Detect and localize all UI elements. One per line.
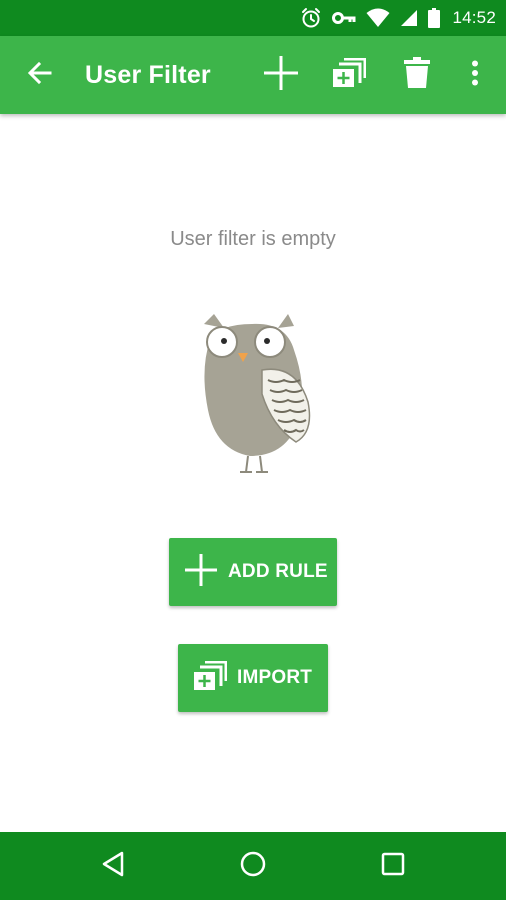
import-icon bbox=[332, 57, 367, 93]
wifi-icon bbox=[366, 8, 390, 28]
add-rule-label: ADD RULE bbox=[228, 561, 328, 582]
add-icon bbox=[263, 55, 299, 96]
alarm-icon bbox=[300, 7, 322, 29]
import-rules-button[interactable]: IMPORT bbox=[178, 644, 328, 712]
cell-signal-icon bbox=[400, 9, 418, 27]
nav-recents-button[interactable] bbox=[363, 832, 423, 900]
status-bar: 14:52 bbox=[0, 0, 506, 36]
add-button[interactable] bbox=[258, 36, 304, 114]
back-triangle-icon bbox=[100, 850, 126, 883]
page-title: User Filter bbox=[85, 61, 211, 89]
nav-back-button[interactable] bbox=[83, 832, 143, 900]
import-button[interactable] bbox=[326, 36, 372, 114]
import-icon bbox=[193, 660, 228, 696]
owl-illustration bbox=[190, 310, 320, 480]
nav-home-button[interactable] bbox=[223, 832, 283, 900]
arrow-back-icon bbox=[26, 59, 54, 92]
app-bar: User Filter bbox=[0, 36, 506, 114]
battery-icon bbox=[428, 8, 441, 28]
more-options-button[interactable] bbox=[460, 36, 490, 114]
delete-icon bbox=[404, 56, 430, 94]
navigation-bar bbox=[0, 832, 506, 900]
add-rule-button[interactable]: ADD RULE bbox=[169, 538, 337, 606]
empty-state-message: User filter is empty bbox=[170, 228, 336, 250]
recents-square-icon bbox=[380, 851, 406, 882]
status-time: 14:52 bbox=[452, 8, 496, 27]
back-button[interactable] bbox=[18, 36, 62, 114]
home-circle-icon bbox=[239, 850, 267, 883]
import-label: IMPORT bbox=[237, 667, 313, 688]
delete-button[interactable] bbox=[394, 36, 440, 114]
vpn-key-icon bbox=[332, 10, 356, 26]
add-icon bbox=[184, 553, 218, 592]
more-vert-icon bbox=[471, 60, 479, 91]
